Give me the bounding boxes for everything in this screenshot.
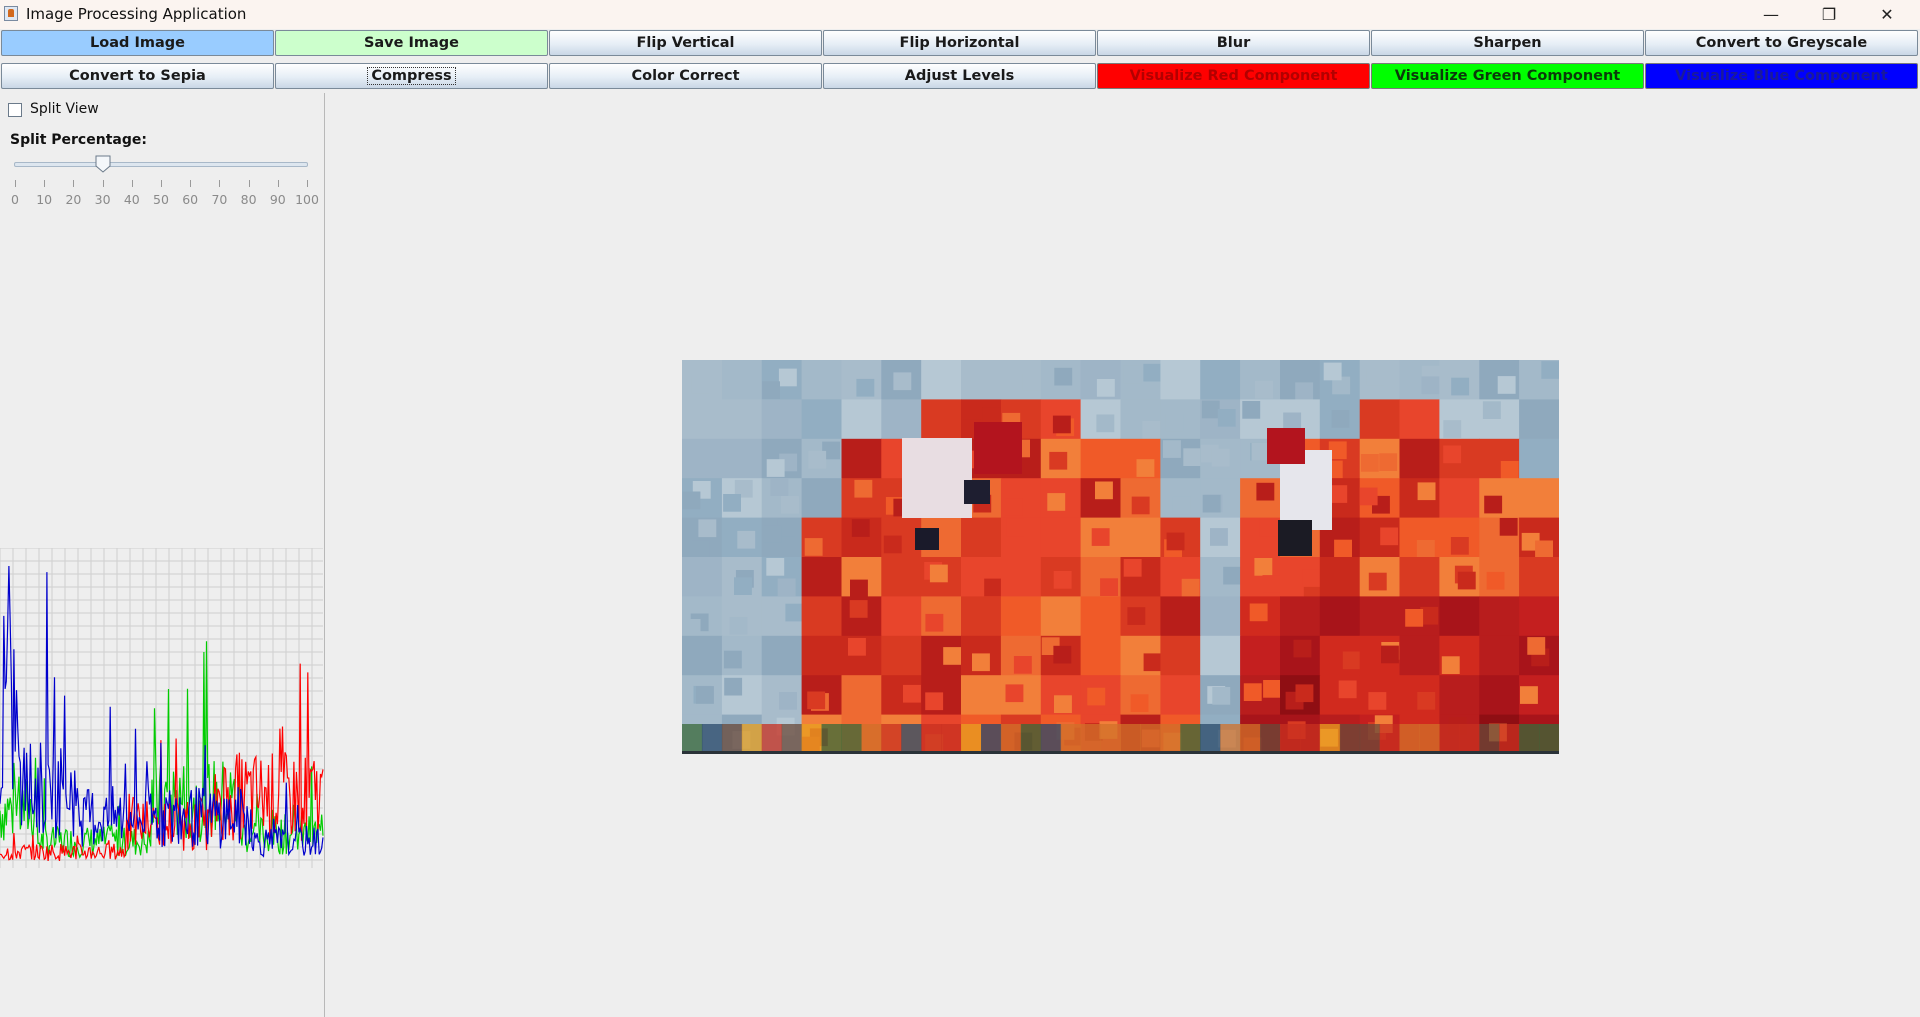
- flip-horizontal-button[interactable]: Flip Horizontal: [823, 30, 1096, 56]
- slider-tick-label: 60: [182, 192, 199, 207]
- visualize-red-button[interactable]: Visualize Red Component: [1097, 63, 1370, 89]
- flip-vertical-button[interactable]: Flip Vertical: [549, 30, 822, 56]
- maximize-icon[interactable]: ❐: [1800, 0, 1858, 29]
- adjust-levels-button[interactable]: Adjust Levels: [823, 63, 1096, 89]
- save-image-button[interactable]: Save Image: [275, 30, 548, 56]
- slider-thumb[interactable]: [95, 155, 111, 173]
- close-icon[interactable]: ✕: [1858, 0, 1916, 29]
- split-percentage-label: Split Percentage:: [10, 132, 147, 148]
- image-display: [682, 360, 1559, 754]
- slider-tick-label: 40: [123, 192, 140, 207]
- slider-tick: [277, 180, 279, 187]
- blur-button[interactable]: Blur: [1097, 30, 1370, 56]
- sharpen-button[interactable]: Sharpen: [1371, 30, 1644, 56]
- load-image-button[interactable]: Load Image: [1, 30, 274, 56]
- slider-track[interactable]: [14, 162, 308, 167]
- slider-tick-label: 30: [94, 192, 111, 207]
- slider-tick-label: 100: [295, 192, 319, 207]
- color-correct-button[interactable]: Color Correct: [549, 63, 822, 89]
- split-view-label: Split View: [30, 101, 99, 117]
- left-control-panel: Split View Split Percentage: 0 10 20 30 40 50…: [0, 93, 325, 1017]
- slider-tick-label: 90: [269, 192, 286, 207]
- slider-tick: [190, 180, 192, 187]
- java-app-icon: [4, 6, 18, 21]
- slider-tick: [161, 180, 162, 187]
- slider-tick-label: 0: [11, 192, 19, 207]
- slider-tick: [131, 180, 133, 187]
- split-view-checkbox[interactable]: [8, 103, 22, 117]
- visualize-blue-button[interactable]: Visualize Blue Component: [1645, 63, 1918, 89]
- window-title: Image Processing Application: [26, 5, 247, 23]
- slider-tick: [248, 180, 250, 187]
- slider-tick: [102, 180, 104, 187]
- slider-tick: [15, 180, 16, 187]
- pixelated-parrots-image: [682, 360, 1559, 754]
- slider-tick: [219, 180, 221, 187]
- slider-tick-label: 10: [36, 192, 53, 207]
- slider-tick: [44, 180, 46, 187]
- compress-button[interactable]: Compress: [275, 63, 548, 89]
- slider-tick-label: 50: [153, 192, 169, 207]
- title-bar: Image Processing Application — ❐ ✕: [0, 0, 1920, 29]
- slider-tick: [307, 180, 308, 187]
- minimize-icon[interactable]: —: [1742, 0, 1800, 29]
- slider-tick: [73, 180, 75, 187]
- histogram-chart: [0, 547, 325, 870]
- slider-tick-label: 70: [211, 192, 228, 207]
- histogram-svg: [0, 547, 324, 868]
- convert-greyscale-button[interactable]: Convert to Greyscale: [1645, 30, 1918, 56]
- visualize-green-button[interactable]: Visualize Green Component: [1371, 63, 1644, 89]
- slider-tick-label: 20: [65, 192, 82, 207]
- compress-button-label: Compress: [367, 67, 456, 85]
- histogram-series: [0, 565, 324, 858]
- convert-sepia-button[interactable]: Convert to Sepia: [1, 63, 274, 89]
- slider-tick-label: 80: [240, 192, 257, 207]
